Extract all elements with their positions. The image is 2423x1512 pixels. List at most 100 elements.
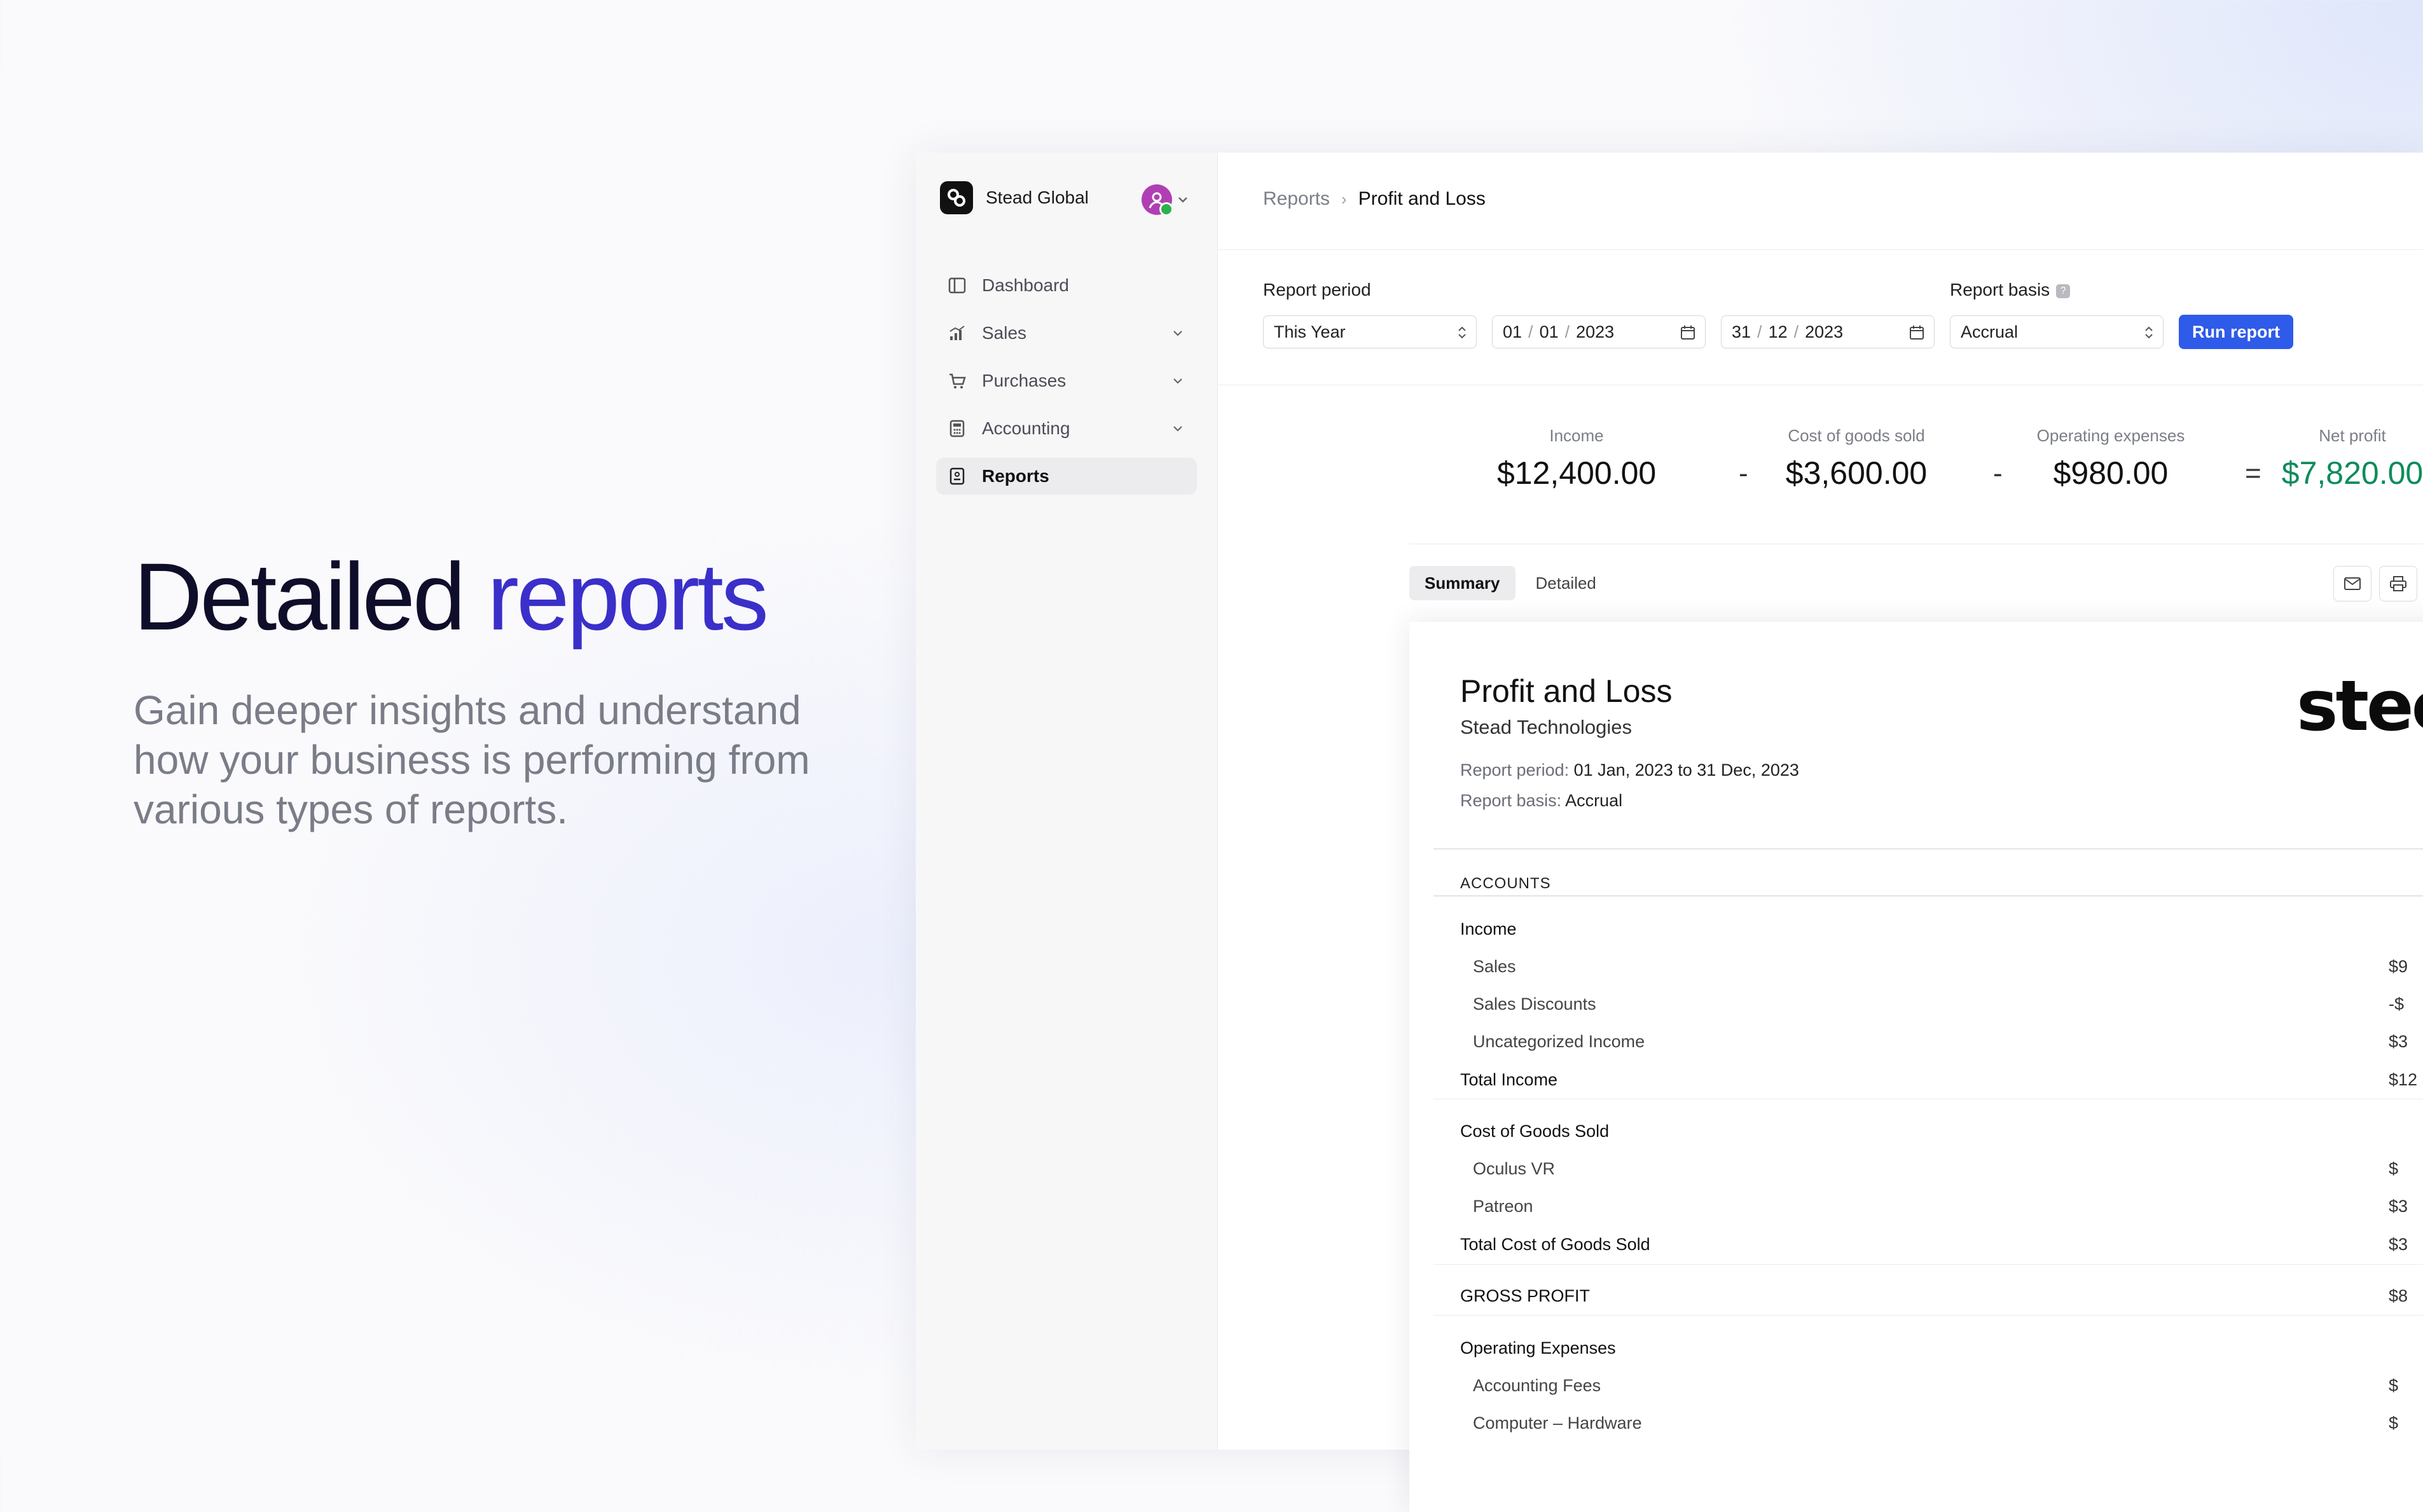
report-period: Report period: 01 Jan, 2023 to 31 Dec, 2… bbox=[1460, 760, 1799, 780]
breadcrumb-parent[interactable]: Reports bbox=[1263, 188, 1330, 210]
table-row: Accounting Fees $ bbox=[1460, 1376, 2423, 1401]
table-row: Patreon $3 bbox=[1460, 1197, 2423, 1222]
basis-label: Report basis? bbox=[1950, 280, 2071, 300]
row-amount: $ bbox=[2389, 1413, 2399, 1433]
kpi-value: $12,400.00 bbox=[1497, 455, 1657, 491]
row-amount: $ bbox=[2389, 1159, 2399, 1178]
user-menu[interactable] bbox=[1142, 184, 1189, 216]
date-to-day: 31 bbox=[1732, 322, 1751, 341]
table-row: Oculus VR $ bbox=[1460, 1159, 2423, 1185]
basis-label-text: Report basis bbox=[1950, 280, 2050, 299]
date-to-year: 2023 bbox=[1805, 322, 1844, 341]
hero-title: Detailed reports bbox=[134, 546, 897, 647]
sidebar: Stead Global Dashboard Sales Purchases A… bbox=[916, 153, 1218, 1450]
period-select-value: This Year bbox=[1274, 322, 1346, 341]
table-row: Uncategorized Income $3 bbox=[1460, 1032, 2423, 1057]
mail-icon bbox=[2344, 577, 2361, 590]
sidebar-item-reports[interactable]: Reports bbox=[936, 458, 1197, 495]
help-icon[interactable]: ? bbox=[2056, 284, 2071, 298]
breadcrumb-current: Profit and Loss bbox=[1358, 188, 1486, 209]
divider bbox=[1433, 848, 2423, 849]
sidebar-item-accounting[interactable]: Accounting bbox=[936, 410, 1197, 447]
calendar-icon[interactable] bbox=[1909, 324, 1925, 341]
report-document: Profit and Loss Stead Technologies Repor… bbox=[1409, 622, 2423, 1512]
table-row: Sales Discounts -$ bbox=[1460, 994, 2423, 1020]
period-label: Report period bbox=[1263, 280, 1371, 299]
report-company: Stead Technologies bbox=[1460, 716, 1633, 738]
sidebar-item-dashboard[interactable]: Dashboard bbox=[936, 267, 1197, 304]
row-name: Total Income bbox=[1460, 1070, 1558, 1089]
company-logo: stec bbox=[2296, 665, 2423, 746]
print-button[interactable] bbox=[2379, 566, 2417, 601]
row-name: Income bbox=[1460, 919, 1517, 938]
avatar bbox=[1142, 184, 1173, 216]
sidebar-item-sales[interactable]: Sales bbox=[936, 315, 1197, 352]
row-name: Sales bbox=[1473, 957, 1516, 976]
report-basis-key: Report basis: bbox=[1460, 791, 1562, 810]
date-to-month: 12 bbox=[1768, 322, 1788, 341]
row-amount: $8 bbox=[2389, 1286, 2408, 1305]
kpi-net-profit: Net profit $7,820.00 bbox=[2273, 426, 2423, 491]
table-row: Sales $9 bbox=[1460, 957, 2423, 982]
equals-operator: = bbox=[2245, 458, 2261, 489]
select-arrows-icon bbox=[1458, 326, 1466, 339]
breadcrumb: Reports › Profit and Loss bbox=[1263, 188, 1486, 210]
run-report-button[interactable]: Run report bbox=[2179, 315, 2293, 349]
email-button[interactable] bbox=[2333, 566, 2371, 601]
row-name: Patreon bbox=[1473, 1197, 1533, 1216]
basis-select[interactable]: Accrual bbox=[1950, 315, 2164, 348]
chevron-down-icon bbox=[1173, 426, 1182, 432]
hero-title-accent: reports bbox=[487, 543, 769, 650]
hero: Detailed reports Gain deeper insights an… bbox=[134, 546, 897, 834]
row-name: Total Cost of Goods Sold bbox=[1460, 1235, 1650, 1254]
table-row: Operating Expenses bbox=[1460, 1338, 2423, 1364]
row-amount: $9 bbox=[2389, 957, 2408, 976]
divider bbox=[1433, 1315, 2423, 1316]
period-select[interactable]: This Year bbox=[1263, 315, 1477, 348]
tab-summary[interactable]: Summary bbox=[1409, 566, 1515, 600]
row-name: Accounting Fees bbox=[1473, 1376, 1601, 1395]
sidebar-item-label: Purchases bbox=[982, 371, 1067, 390]
date-from-input[interactable]: 01/ 01/ 2023 bbox=[1492, 315, 1706, 348]
kpi-label: Cost of goods sold bbox=[1788, 426, 1925, 445]
calendar-icon[interactable] bbox=[1680, 324, 1696, 341]
row-amount: $3 bbox=[2389, 1032, 2408, 1051]
minus-operator: - bbox=[1739, 458, 1748, 489]
table-row: Total Cost of Goods Sold $3 bbox=[1460, 1235, 2423, 1260]
kpi-income: Income $12,400.00 bbox=[1497, 426, 1656, 491]
breadcrumb-separator-icon: › bbox=[1341, 189, 1347, 209]
row-name: Uncategorized Income bbox=[1473, 1032, 1645, 1051]
accounts-header: ACCOUNTS bbox=[1460, 875, 1551, 892]
chevron-down-icon bbox=[1178, 197, 1187, 203]
report-period-key: Report period: bbox=[1460, 760, 1570, 780]
date-to-input[interactable]: 31/ 12/ 2023 bbox=[1721, 315, 1935, 348]
row-amount: -$ bbox=[2389, 994, 2405, 1014]
table-row: Computer – Hardware $ bbox=[1460, 1413, 2423, 1439]
date-from-day: 01 bbox=[1503, 322, 1522, 341]
row-amount: $3 bbox=[2389, 1197, 2408, 1216]
row-name: Computer – Hardware bbox=[1473, 1413, 1642, 1433]
select-arrows-icon bbox=[2145, 326, 2153, 339]
main-content: Reports › Profit and Loss Report period … bbox=[1217, 153, 2423, 1512]
date-from-month: 01 bbox=[1539, 322, 1559, 341]
kpi-label: Net profit bbox=[2319, 426, 2386, 445]
tab-detailed[interactable]: Detailed bbox=[1521, 566, 1612, 600]
row-amount: $ bbox=[2389, 1376, 2399, 1395]
table-row: Income bbox=[1460, 919, 2423, 945]
report-title: Profit and Loss bbox=[1460, 673, 1673, 709]
row-name: GROSS PROFIT bbox=[1460, 1286, 1591, 1305]
table-row: GROSS PROFIT $8 bbox=[1460, 1286, 2423, 1312]
row-name: Oculus VR bbox=[1473, 1159, 1556, 1178]
row-name: Cost of Goods Sold bbox=[1460, 1122, 1610, 1141]
org-logo-icon bbox=[940, 181, 973, 214]
date-from-year: 2023 bbox=[1576, 322, 1615, 341]
org-switcher[interactable]: Stead Global bbox=[940, 181, 1089, 214]
org-name: Stead Global bbox=[986, 188, 1089, 207]
report-icon bbox=[948, 467, 967, 486]
chevron-down-icon bbox=[1173, 331, 1182, 336]
sidebar-item-label: Reports bbox=[982, 466, 1049, 486]
report-view-tabs: Summary Detailed bbox=[1409, 566, 1617, 600]
sidebar-item-purchases[interactable]: Purchases bbox=[936, 362, 1197, 399]
minus-operator: - bbox=[1993, 458, 2003, 489]
calculator-icon bbox=[948, 419, 967, 438]
